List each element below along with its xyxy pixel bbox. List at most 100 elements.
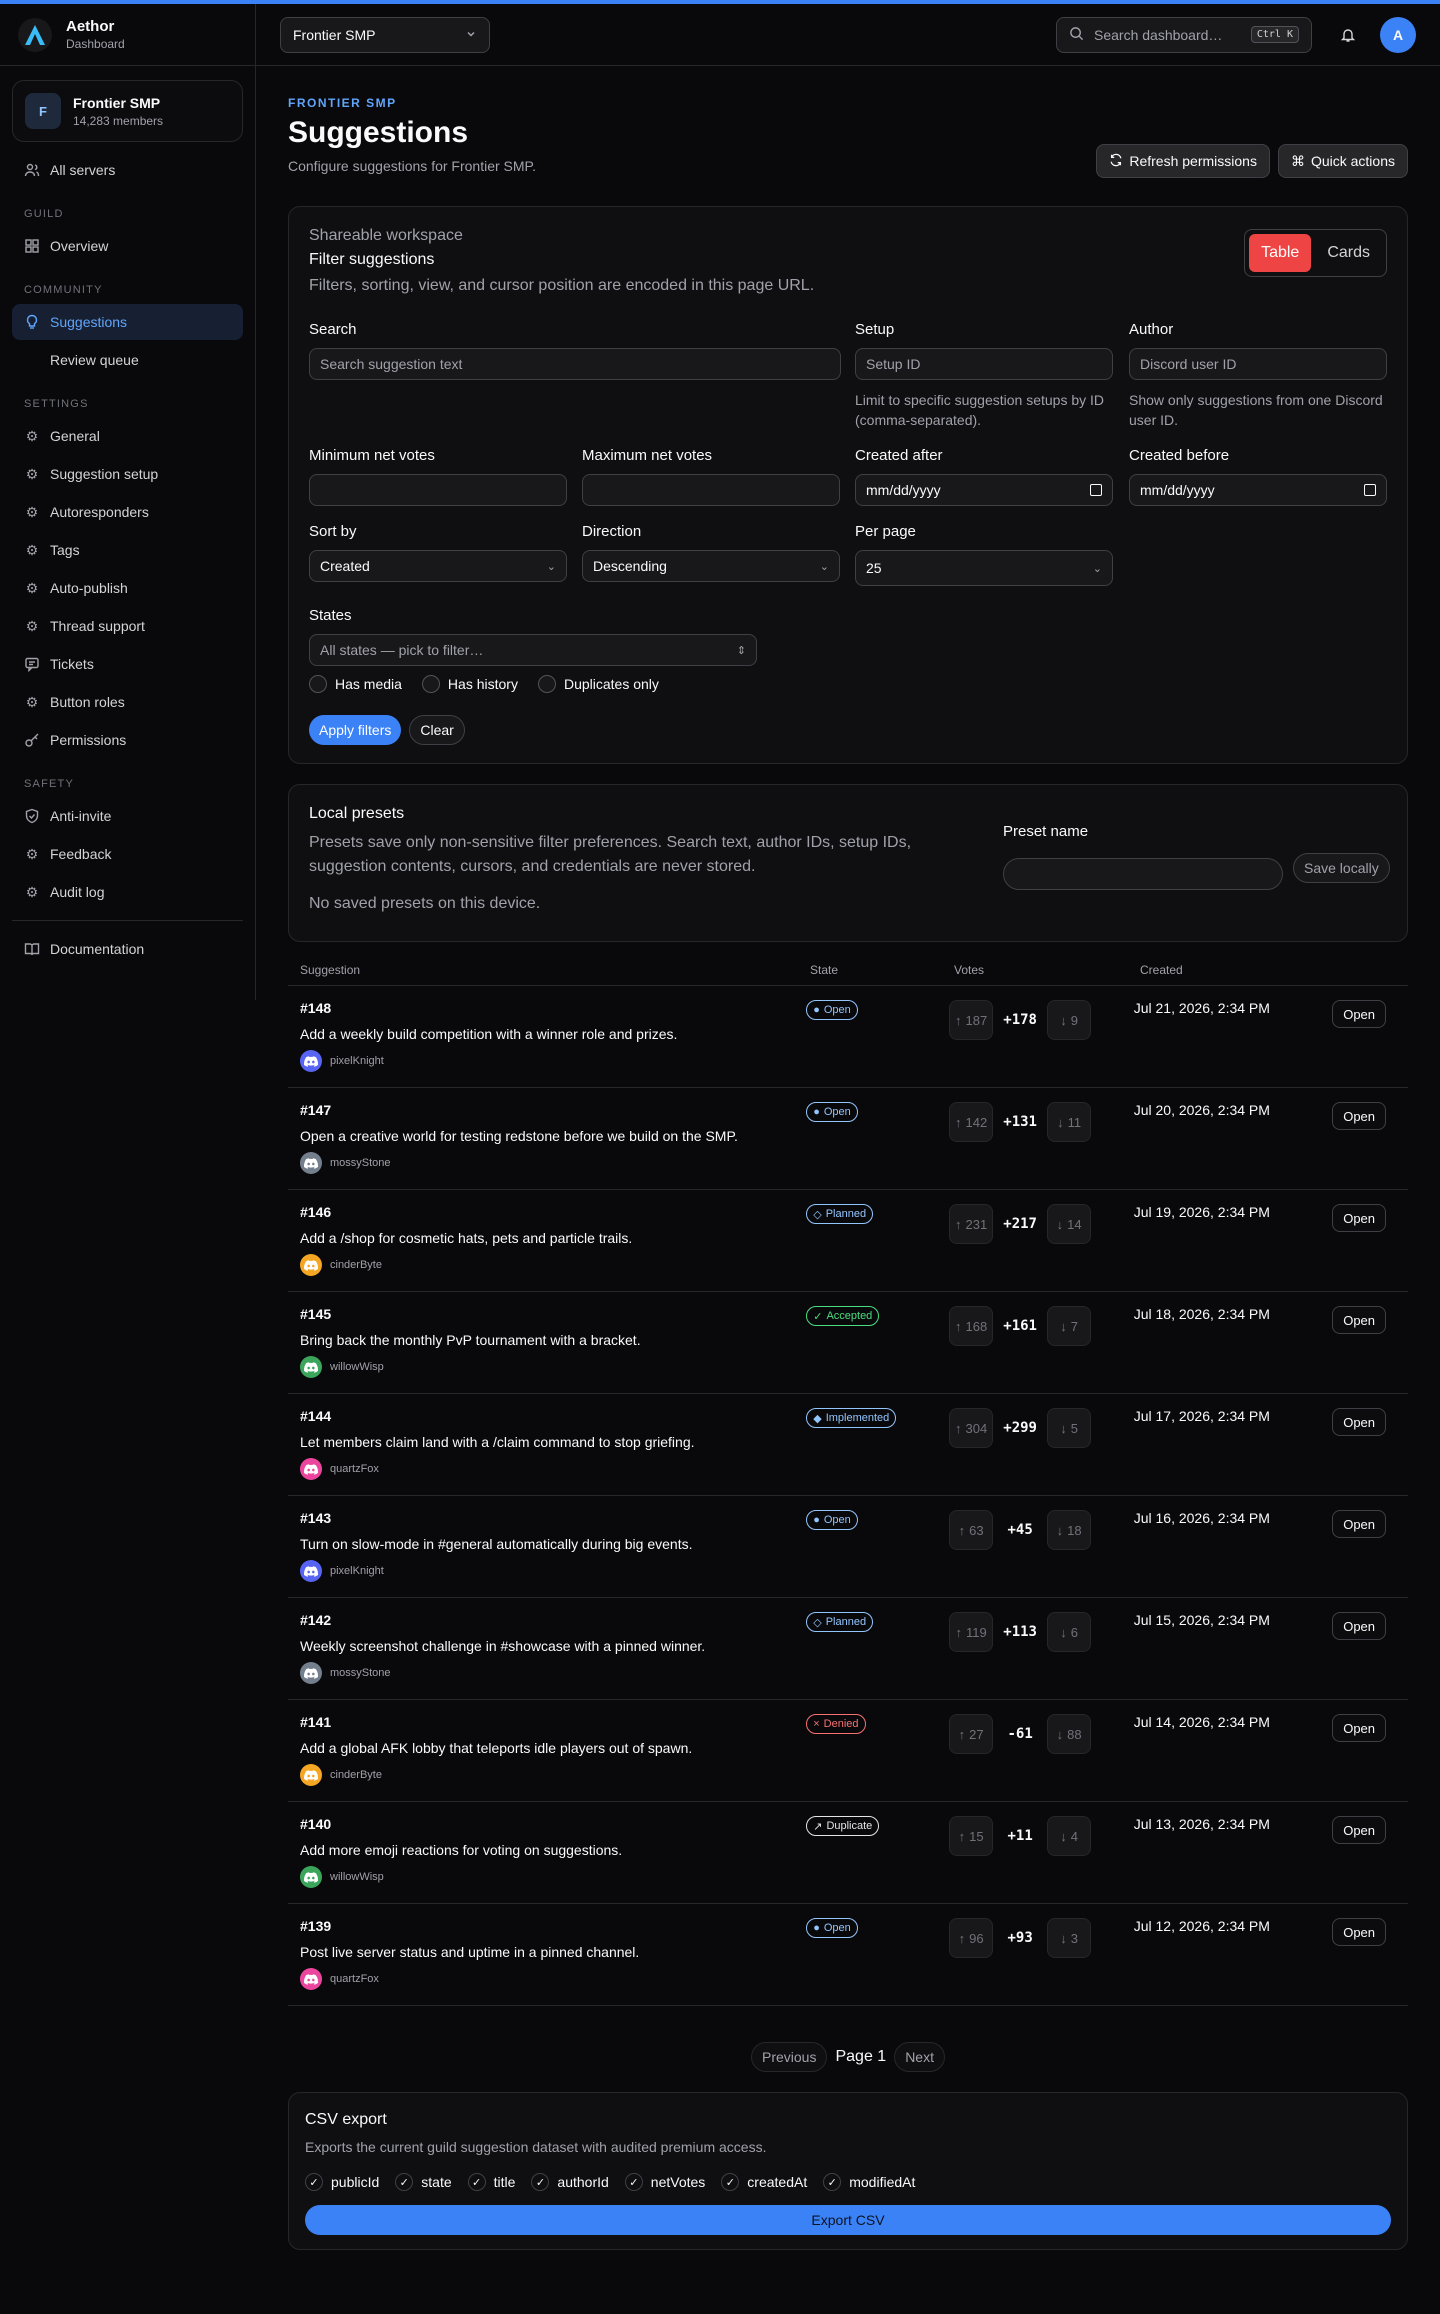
sidebar-item-label: Autoresponders [50, 504, 149, 520]
search-input[interactable]: Search suggestion text [309, 348, 841, 380]
previous-page-button[interactable]: Previous [751, 2042, 828, 2072]
sidebar-item-overview[interactable]: Overview [12, 228, 243, 264]
sidebar-item-permissions[interactable]: Permissions [12, 722, 243, 758]
discord-avatar-icon [300, 1764, 322, 1786]
export-column-title[interactable]: ✓ title [467, 2173, 515, 2191]
sidebar-item-anti-invite[interactable]: Anti-invite [12, 798, 243, 834]
downvote-count: ↓ 88 [1047, 1714, 1092, 1754]
open-suggestion-button[interactable]: Open [1332, 1918, 1387, 1946]
suggestion-author: cinderByte [300, 1764, 794, 1786]
user-avatar[interactable]: A [1380, 16, 1416, 53]
brand[interactable]: Aethor Dashboard [0, 4, 255, 66]
open-suggestion-button[interactable]: Open [1332, 1816, 1387, 1844]
setup-id-input[interactable]: Setup ID [855, 348, 1113, 380]
discord-avatar-icon [300, 1356, 322, 1378]
duplicates-only-checkbox[interactable]: Duplicates only [537, 675, 659, 693]
clear-filters-button[interactable]: Clear [409, 715, 465, 745]
sidebar-item-label: Review queue [50, 352, 139, 368]
export-column-modifiedAt[interactable]: ✓ modifiedAt [823, 2173, 915, 2191]
apply-filters-button[interactable]: Apply filters [309, 715, 402, 745]
bell-icon[interactable] [1330, 17, 1366, 53]
nav-section-community: COMMUNITY [24, 284, 103, 296]
created-date: Jul 15, 2026, 2:34 PM [1133, 1612, 1270, 1628]
export-column-publicId[interactable]: ✓ publicId [305, 2173, 379, 2191]
open-suggestion-button[interactable]: Open [1332, 1714, 1387, 1742]
sidebar-item-tags[interactable]: ⚙ Tags [12, 532, 243, 568]
dashboard-search[interactable]: Search dashboard… Ctrl K [1056, 16, 1312, 53]
export-column-state[interactable]: ✓ state [395, 2173, 452, 2191]
sidebar-item-autoresponders[interactable]: ⚙ Autoresponders [12, 494, 243, 530]
sidebar-item-suggestion-setup[interactable]: ⚙ Suggestion setup [12, 456, 243, 492]
server-card[interactable]: F Frontier SMP 14,283 members [12, 80, 243, 142]
save-locally-button[interactable]: Save locally [1293, 853, 1390, 883]
open-suggestion-button[interactable]: Open [1332, 1102, 1387, 1130]
sidebar-item-thread-support[interactable]: ⚙ Thread support [12, 608, 243, 644]
state-icon: ◇ [813, 1616, 822, 1629]
arrow-up-icon: ↑ [955, 1624, 963, 1640]
created-date: Jul 12, 2026, 2:34 PM [1133, 1918, 1270, 1934]
check-icon: ✓ [305, 2173, 323, 2191]
export-column-authorId[interactable]: ✓ authorId [531, 2173, 609, 2191]
open-suggestion-button[interactable]: Open [1332, 1000, 1387, 1028]
sidebar-item-all-servers[interactable]: All servers [12, 152, 243, 188]
sidebar-item-audit-log[interactable]: ⚙ Audit log [12, 874, 243, 910]
created-date: Jul 17, 2026, 2:34 PM [1133, 1408, 1270, 1424]
open-suggestion-button[interactable]: Open [1332, 1204, 1387, 1232]
sidebar-item-feedback[interactable]: ⚙ Feedback [12, 836, 243, 872]
per-page-select[interactable]: 25 ⌄ [855, 550, 1113, 586]
suggestion-title: Add a /shop for cosmetic hats, pets and … [300, 1230, 633, 1246]
sidebar-item-suggestions[interactable]: Suggestions [12, 304, 243, 340]
quick-actions-button[interactable]: ⌘ Quick actions [1277, 144, 1408, 178]
direction-select[interactable]: Descending ⌄ [582, 550, 840, 582]
sidebar-item-documentation[interactable]: Documentation [12, 931, 243, 967]
grid-icon [24, 238, 40, 254]
view-cards-button[interactable]: Cards [1315, 234, 1382, 272]
sidebar-item-auto-publish[interactable]: ⚙ Auto-publish [12, 570, 243, 606]
arrow-down-icon: ↓ [1056, 1522, 1064, 1538]
has-history-checkbox[interactable]: Has history [421, 675, 518, 693]
suggestion-id: #141 [300, 1714, 332, 1730]
downvote-count: ↓ 18 [1047, 1510, 1092, 1550]
next-page-button[interactable]: Next [894, 2042, 945, 2072]
chevron-down-icon: ⌄ [546, 560, 556, 573]
min-votes-input[interactable] [309, 474, 567, 506]
has-media-checkbox[interactable]: Has media [309, 675, 402, 693]
sidebar-item-general[interactable]: ⚙ General [12, 418, 243, 454]
sidebar-item-review-queue[interactable]: Review queue [12, 342, 243, 378]
downvote-count: ↓ 5 [1047, 1408, 1092, 1448]
check-icon: ✓ [467, 2173, 486, 2191]
open-suggestion-button[interactable]: Open [1332, 1306, 1387, 1334]
view-table-button[interactable]: Table [1249, 234, 1312, 272]
server-select[interactable]: Frontier SMP [280, 16, 490, 53]
export-column-createdAt[interactable]: ✓ createdAt [721, 2173, 807, 2191]
open-suggestion-button[interactable]: Open [1332, 1612, 1387, 1640]
net-votes: +217 [1003, 1216, 1037, 1232]
table-body: #148 Add a weekly build competition with… [288, 986, 1408, 2006]
sort-by-select[interactable]: Created ⌄ [309, 550, 567, 582]
pagination: Previous Page 1 Next [288, 2042, 1408, 2072]
gear-icon: ⚙ [25, 503, 39, 520]
sidebar-item-tickets[interactable]: Tickets [12, 646, 243, 682]
max-votes-input[interactable] [582, 474, 840, 506]
filter-actions: Apply filters Clear [309, 715, 465, 745]
open-suggestion-button[interactable]: Open [1332, 1510, 1387, 1538]
suggestions-table: Suggestion State Votes Created #148 Add … [288, 954, 1408, 2006]
open-suggestion-button[interactable]: Open [1332, 1408, 1387, 1436]
created-after-input[interactable]: mm/dd/yyyy [855, 474, 1113, 506]
refresh-permissions-button[interactable]: Refresh permissions [1096, 144, 1270, 178]
sidebar-item-label: Documentation [50, 941, 145, 957]
suggestion-author: cinderByte [300, 1254, 794, 1276]
preset-name-input[interactable] [1003, 858, 1283, 890]
states-multiselect[interactable]: All states — pick to filter… ⇕ [309, 634, 757, 666]
discord-avatar-icon [300, 1662, 322, 1684]
arrow-down-icon: ↓ [1060, 1420, 1067, 1436]
net-votes: +161 [1003, 1318, 1037, 1334]
created-before-input[interactable]: mm/dd/yyyy [1129, 474, 1387, 506]
discord-avatar-icon [300, 1968, 322, 1990]
export-column-netVotes[interactable]: ✓ netVotes [624, 2173, 705, 2191]
author-id-input[interactable]: Discord user ID [1129, 348, 1387, 380]
arrow-down-icon: ↓ [1057, 1114, 1064, 1130]
search-icon [1069, 26, 1084, 44]
sidebar-item-button-roles[interactable]: ⚙ Button roles [12, 684, 243, 720]
export-csv-button[interactable]: Export CSV [305, 2205, 1391, 2235]
